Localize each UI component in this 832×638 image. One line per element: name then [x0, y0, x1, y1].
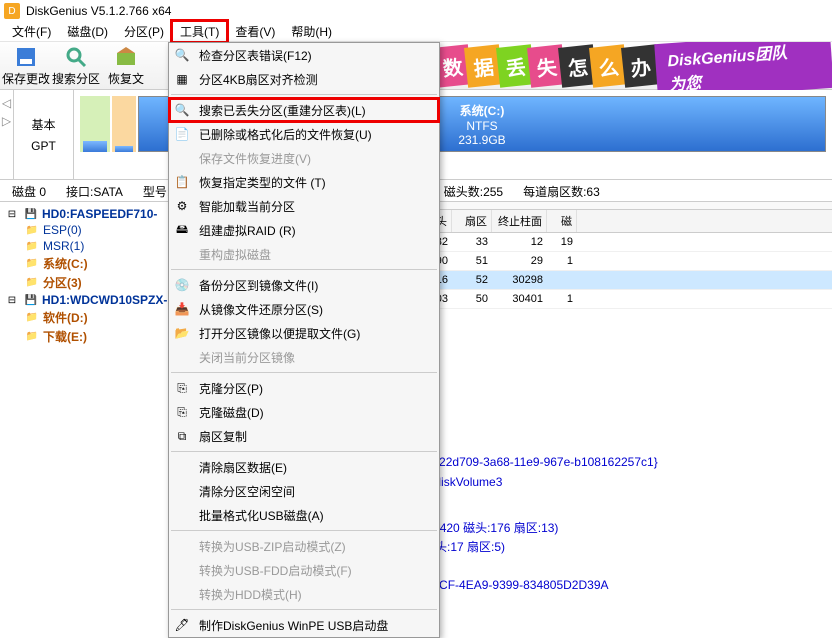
- dd-search-lost-partition[interactable]: 🔍搜索已丢失分区(重建分区表)(L): [169, 98, 439, 122]
- tree-sysc[interactable]: 📁系统(C:): [2, 254, 182, 273]
- open-icon: 📂: [173, 324, 191, 342]
- dd-batch-format-usb[interactable]: 批量格式化USB磁盘(A): [169, 503, 439, 527]
- dd-clone-partition[interactable]: ⎘克隆分区(P): [169, 376, 439, 400]
- tree-esp[interactable]: 📁ESP(0): [2, 222, 182, 238]
- dd-recover-deleted[interactable]: 📄已删除或格式化后的文件恢复(U): [169, 122, 439, 146]
- menubar: 文件(F) 磁盘(D) 分区(P) 工具(T) 查看(V) 帮助(H): [0, 22, 832, 42]
- tree-part3[interactable]: 📁分区(3): [2, 273, 182, 292]
- tools-dropdown: 🔍检查分区表错误(F12) ▦分区4KB扇区对齐检测 🔍搜索已丢失分区(重建分区…: [168, 42, 440, 638]
- dd-virtual-raid[interactable]: 🖴组建虚拟RAID (R): [169, 218, 439, 242]
- dd-hdd-mode: 转换为HDD模式(H): [169, 582, 439, 606]
- part-block-title: 系统(C:): [460, 102, 505, 119]
- tree-hd0[interactable]: ⊟💾HD0:FASPEEDF710-: [2, 206, 182, 222]
- menu-help[interactable]: 帮助(H): [283, 21, 340, 42]
- raid-icon: 🖴: [173, 221, 191, 239]
- dd-clear-free[interactable]: 清除分区空闲空间: [169, 479, 439, 503]
- dd-check-partition-table[interactable]: 🔍检查分区表错误(F12): [169, 43, 439, 67]
- file-icon: 📋: [173, 173, 191, 191]
- disk-tree[interactable]: ⊟💾HD0:FASPEEDF710- 📁ESP(0) 📁MSR(1) 📁系统(C…: [0, 202, 185, 624]
- tree-soft[interactable]: 📁软件(D:): [2, 308, 182, 327]
- save-button[interactable]: 保存更改: [2, 44, 50, 88]
- app-icon: D: [4, 3, 20, 19]
- recover-icon: 📄: [173, 125, 191, 143]
- dd-restore-image[interactable]: 📥从镜像文件还原分区(S): [169, 297, 439, 321]
- clone-disk-icon: ⎘: [173, 403, 191, 421]
- menu-tools[interactable]: 工具(T): [172, 21, 227, 42]
- menu-disk[interactable]: 磁盘(D): [59, 21, 116, 42]
- disk-icon: 💾: [23, 207, 39, 221]
- dd-close-image: 关闭当前分区镜像: [169, 345, 439, 369]
- dd-clone-disk[interactable]: ⎘克隆磁盘(D): [169, 400, 439, 424]
- strip-arrows: ◁▷: [0, 90, 14, 179]
- dd-winpe[interactable]: 🖊制作DiskGenius WinPE USB启动盘: [169, 613, 439, 637]
- banner-ad: 数 据 丢 失 怎 么 办 DiskGenius团队为您: [437, 42, 832, 90]
- check-icon: 🔍: [173, 46, 191, 64]
- disk-type-gpt: GPT: [31, 139, 56, 153]
- copy-icon: ⧉: [173, 427, 191, 445]
- disk-type-panel: 基本 GPT: [14, 90, 74, 179]
- dd-open-image[interactable]: 📂打开分区镜像以便提取文件(G): [169, 321, 439, 345]
- menu-partition[interactable]: 分区(P): [116, 21, 172, 42]
- usb-icon: 🖊: [173, 616, 191, 634]
- menu-file[interactable]: 文件(F): [4, 21, 59, 42]
- menu-view[interactable]: 查看(V): [227, 21, 283, 42]
- dd-4k-align[interactable]: ▦分区4KB扇区对齐检测: [169, 67, 439, 91]
- disk-icon: 💾: [23, 293, 39, 307]
- tree-dl[interactable]: 📁下载(E:): [2, 327, 182, 346]
- tree-hd1[interactable]: ⊟💾HD1:WDCWD10SPZX-: [2, 292, 182, 308]
- backup-icon: 💿: [173, 276, 191, 294]
- search-icon: 🔍: [173, 101, 191, 119]
- search-icon: [64, 45, 88, 69]
- dd-recover-typed[interactable]: 📋恢复指定类型的文件 (T): [169, 170, 439, 194]
- tree-msr[interactable]: 📁MSR(1): [2, 238, 182, 254]
- window-title: DiskGenius V5.1.2.766 x64: [26, 4, 171, 18]
- restore-icon: 📥: [173, 300, 191, 318]
- grid-icon: ▦: [173, 70, 191, 88]
- dd-save-progress: 保存文件恢复进度(V): [169, 146, 439, 170]
- dd-clear-sectors[interactable]: 清除扇区数据(E): [169, 455, 439, 479]
- dd-backup-image[interactable]: 💿备份分区到镜像文件(I): [169, 273, 439, 297]
- gear-icon: ⚙: [173, 197, 191, 215]
- dd-usb-fdd: 转换为USB-FDD启动模式(F): [169, 558, 439, 582]
- restore-button[interactable]: 恢复文: [102, 44, 150, 88]
- restore-icon: [114, 45, 138, 69]
- save-icon: [14, 45, 38, 69]
- dd-smart-load[interactable]: ⚙智能加载当前分区: [169, 194, 439, 218]
- disk-type-basic: 基本: [31, 116, 55, 133]
- dd-rebuild-vdisk: 重构虚拟磁盘: [169, 242, 439, 266]
- dd-sector-copy[interactable]: ⧉扇区复制: [169, 424, 439, 448]
- search-part-button[interactable]: 搜索分区: [52, 44, 100, 88]
- dd-usb-zip: 转换为USB-ZIP启动模式(Z): [169, 534, 439, 558]
- clone-icon: ⎘: [173, 379, 191, 397]
